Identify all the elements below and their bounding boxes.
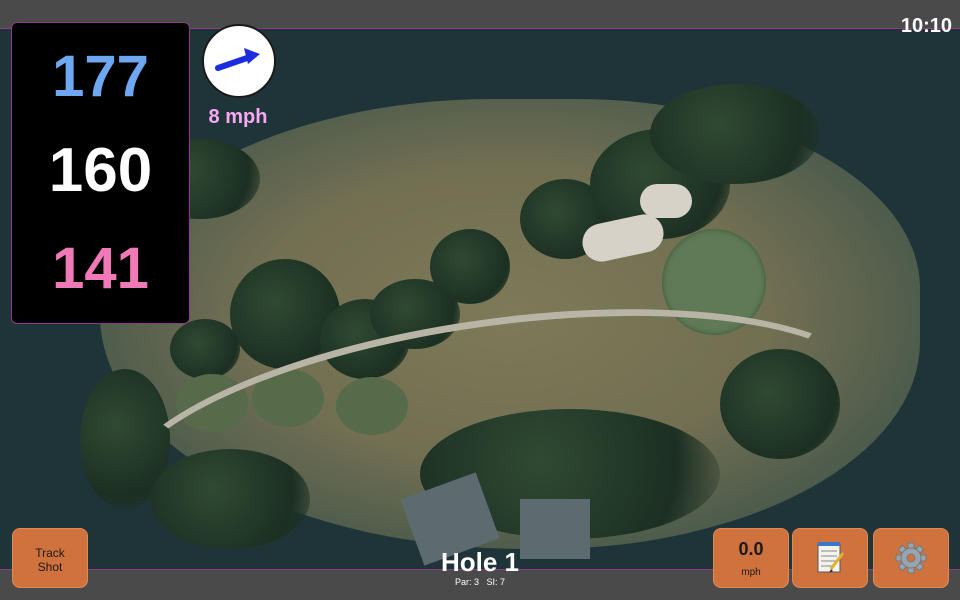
gear-icon	[895, 542, 927, 574]
hole-stroke-index: SI: 7	[486, 577, 506, 587]
tree-cluster	[170, 319, 240, 379]
center-distance: 160	[48, 136, 153, 205]
track-shot-button[interactable]: Track Shot	[12, 528, 88, 588]
wind-unit: mph	[741, 567, 761, 578]
track-shot-label-line1: Track	[35, 546, 65, 560]
hole-info: Par: 3 SI: 7	[380, 577, 580, 587]
hole-par: Par: 3	[454, 577, 479, 587]
wind-speed-label: 8 mph	[208, 106, 268, 128]
wind-value: 0.0	[738, 539, 764, 559]
hole-title: Hole 1	[440, 547, 520, 577]
distance-panel: 177 160 141	[11, 22, 190, 324]
sand-bunker	[640, 184, 692, 218]
track-shot-label-line2: Shot	[37, 560, 63, 574]
wind-speed-button[interactable]: 0.0 mph	[713, 528, 789, 588]
settings-button[interactable]	[873, 528, 949, 588]
tree-cluster	[430, 229, 510, 304]
wind-direction-indicator[interactable]	[202, 24, 276, 98]
back-distance: 177	[52, 44, 149, 109]
front-distance: 141	[52, 236, 149, 301]
clock: 10:10	[900, 15, 952, 37]
notes-button[interactable]	[792, 528, 868, 588]
arrow-right-icon	[215, 48, 260, 71]
notepad-icon	[817, 542, 845, 573]
tree-cluster	[650, 84, 820, 184]
